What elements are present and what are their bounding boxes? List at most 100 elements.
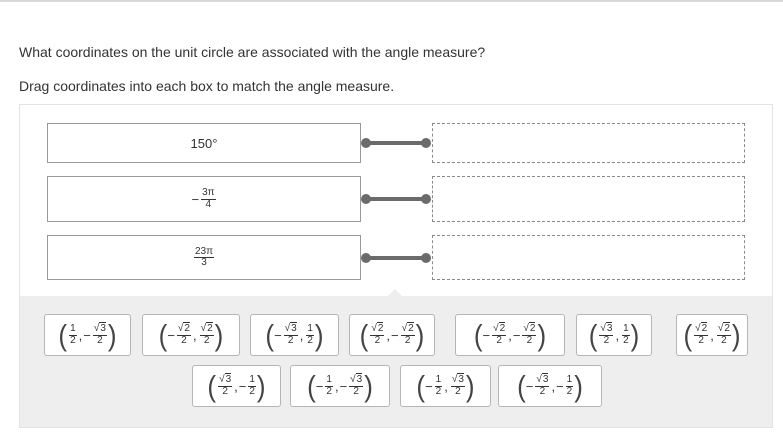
comma: , — [299, 327, 304, 343]
denominator: 2 — [404, 334, 411, 346]
sign: − — [425, 378, 433, 394]
numerator: 1 — [623, 323, 629, 334]
angle-prompt-box: 23π 3 — [47, 235, 361, 280]
matching-panel: 150° − 3π 4 23π 3 (1 2 , − √3 2) (− √… — [19, 104, 773, 428]
close-paren: ) — [256, 368, 266, 404]
open-paren: ( — [307, 368, 316, 404]
numerator: 1 — [249, 374, 255, 385]
radicand: 2 — [723, 322, 730, 334]
close-paren: ) — [415, 317, 425, 353]
coordinate-tile[interactable]: (−1 2, − √3 2) — [290, 365, 390, 407]
close-paren: ) — [630, 317, 640, 353]
comma: , — [615, 327, 620, 343]
angle-denominator: 4 — [205, 198, 212, 210]
fraction: 12 — [248, 374, 256, 397]
sign: − — [339, 378, 348, 394]
radicand: 3 — [541, 373, 549, 385]
denominator: 2 — [181, 334, 187, 346]
coordinate-tile[interactable]: (−1 2, √3 2) — [400, 365, 491, 407]
drop-target[interactable] — [432, 235, 745, 280]
question-text: What coordinates on the unit circle are … — [19, 44, 486, 60]
sign: − — [391, 327, 399, 343]
angle-denominator: 3 — [201, 257, 207, 268]
fraction: √2 2 — [694, 322, 709, 346]
close-paren: ) — [314, 317, 324, 353]
fraction: √2 2 — [400, 322, 415, 346]
sign: − — [274, 327, 282, 343]
coordinate-tile[interactable]: (√2 2, − √2 2) — [349, 314, 435, 356]
open-paren: ( — [359, 317, 369, 353]
fraction: √3 2 — [283, 322, 298, 346]
radicand: 2 — [206, 322, 213, 334]
fraction: √2 2 — [522, 322, 537, 346]
coordinate-tile[interactable]: (− √2 2, − √2 2) — [455, 314, 565, 356]
denominator: 2 — [326, 385, 332, 397]
numerator: 1 — [435, 374, 442, 385]
radicand: 3 — [355, 373, 363, 385]
fraction: √3 2 — [218, 373, 233, 397]
match-rows-area: 150° − 3π 4 23π 3 — [20, 105, 772, 297]
angle-prompt-box: 150° — [47, 123, 361, 163]
denominator: 2 — [97, 334, 103, 346]
top-divider — [0, 0, 783, 2]
fraction: √2 2 — [176, 322, 191, 346]
coordinate-tile[interactable]: (1 2, − √3 2) — [44, 314, 131, 356]
fraction: 12 — [325, 374, 333, 397]
comma: , — [334, 378, 339, 394]
close-paren: ) — [537, 317, 547, 353]
coordinate-tile[interactable]: (√3 2, −1 2) — [192, 365, 281, 407]
numerator: 1 — [70, 323, 76, 334]
connector-line — [361, 251, 431, 265]
drop-target[interactable] — [432, 123, 745, 163]
fraction: √3 2 — [450, 373, 465, 397]
close-paren: ) — [731, 317, 741, 353]
coordinate-tile[interactable]: (− √3 2, −1 2) — [498, 365, 602, 407]
comma: , — [386, 327, 391, 343]
fraction: 12 — [622, 323, 630, 346]
denominator: 2 — [353, 385, 359, 397]
radicand: 3 — [605, 322, 613, 334]
denominator: 2 — [70, 334, 76, 346]
radicand: 2 — [376, 322, 384, 334]
fraction: 12 — [565, 374, 574, 397]
coordinate-tile[interactable]: (√3 2, 1 2) — [576, 314, 652, 356]
sign: − — [482, 327, 491, 343]
answer-tile-tray: (1 2, − √3 2)(− √2 2, √2 2)(− √3 2, 1 2)(√2 2, − √2 2)(−… — [20, 296, 772, 427]
denominator: 2 — [455, 385, 461, 397]
open-paren: ( — [683, 317, 693, 353]
radicand: 3 — [99, 322, 106, 334]
fraction: 12 — [69, 323, 77, 346]
angle-fraction: 3π 4 — [201, 187, 216, 210]
drop-target[interactable] — [432, 176, 745, 222]
radicand: 2 — [183, 322, 190, 334]
denominator: 2 — [307, 334, 313, 346]
comma: , — [78, 327, 83, 343]
coordinate-tile[interactable]: (− √2 2, √2 2) — [142, 314, 240, 356]
denominator: 2 — [603, 334, 610, 346]
close-paren: ) — [364, 368, 373, 404]
connector-line — [361, 192, 431, 206]
radicand: 2 — [528, 322, 536, 334]
coordinate-tile[interactable]: (√2 2, √2 2) — [676, 314, 748, 356]
denominator: 2 — [623, 334, 629, 346]
fraction: √3 2 — [349, 373, 364, 397]
sign: − — [512, 327, 521, 343]
denominator: 2 — [721, 334, 727, 346]
angle-prompt-box: − 3π 4 — [47, 176, 361, 222]
sign: − — [556, 378, 564, 394]
denominator: 2 — [526, 334, 533, 346]
fraction: √2 2 — [716, 322, 731, 346]
open-paren: ( — [588, 317, 598, 353]
open-paren: ( — [473, 317, 483, 353]
comma: , — [444, 378, 448, 394]
open-paren: ( — [207, 368, 217, 404]
fraction: √2 2 — [370, 322, 385, 346]
fraction: √3 2 — [535, 373, 550, 397]
open-paren: ( — [265, 317, 275, 353]
close-paren: ) — [465, 368, 475, 404]
denominator: 2 — [698, 334, 704, 346]
sign: − — [238, 378, 247, 394]
denominator: 2 — [249, 385, 255, 397]
denominator: 2 — [374, 334, 381, 346]
coordinate-tile[interactable]: (− √3 2, 1 2) — [250, 314, 339, 356]
